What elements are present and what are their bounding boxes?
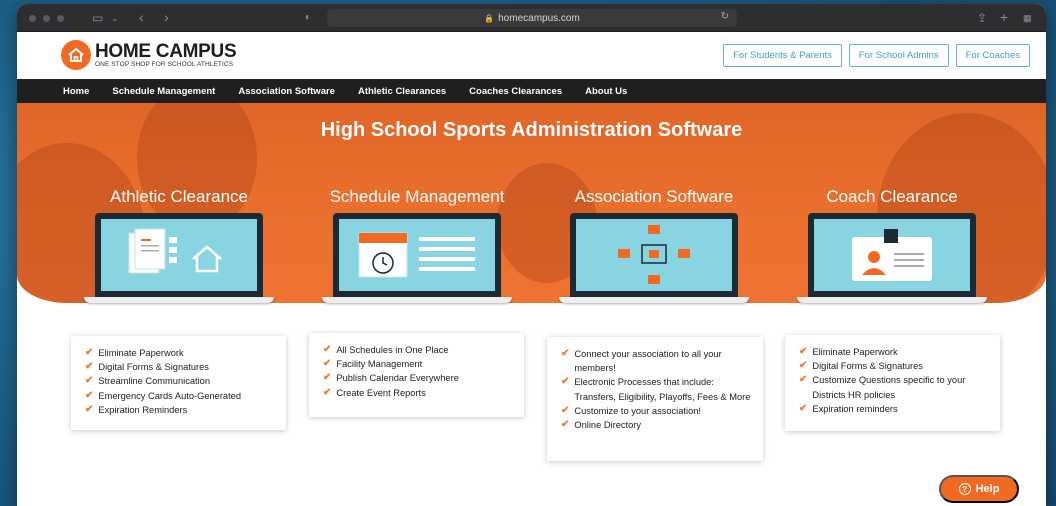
home-logo-icon	[61, 40, 91, 70]
school-admins-button[interactable]: For School Admins	[848, 44, 949, 67]
check-icon: ✔	[323, 344, 332, 355]
address-bar[interactable]: 🔒 homecampus.com ↻	[327, 9, 737, 27]
nav-item-athletic-clearances[interactable]: Athletic Clearances	[358, 86, 446, 97]
list-item: ✔ Create Event Reports	[323, 386, 426, 398]
help-label: Help	[975, 483, 1000, 495]
check-icon: ✔	[85, 347, 94, 358]
coaches-button[interactable]: For Coaches	[955, 44, 1030, 67]
nav-item-coaches-clearances[interactable]: Coaches Clearances	[469, 86, 562, 97]
product-title-association-software: Association Software	[574, 187, 734, 206]
nav-item-about-us[interactable]: About Us	[585, 86, 627, 97]
schedule-management-illustration	[322, 213, 512, 303]
association-software-illustration	[559, 213, 749, 303]
list-item: ✔ Streamline Communication	[85, 375, 210, 387]
product-title-coach-clearance: Coach Clearance	[826, 187, 958, 206]
feature-card-athletic-clearance: ✔ Eliminate Paperwork ✔ Digital Forms & Si…	[71, 336, 286, 430]
list-item: ✔ Eliminate Paperwork	[85, 347, 184, 358]
nav-item-home[interactable]: Home	[63, 86, 89, 97]
students-parents-button[interactable]: For Students & Parents	[723, 44, 842, 67]
feature-card-coach-clearance: ✔ Eliminate Paperwork ✔ Digital Forms & Si…	[785, 335, 1000, 431]
list-item: ✔ Expiration Reminders	[85, 403, 188, 415]
logo-name: HOME CAMPUS	[95, 40, 237, 62]
tab-overview-icon[interactable]: ▦	[1023, 13, 1032, 24]
check-icon: ✔	[85, 389, 94, 401]
check-icon: ✔	[85, 375, 94, 387]
nav-item-association-software[interactable]: Association Software	[238, 86, 335, 97]
feature-card-association-software: ✔ Connect your association to all your me…	[547, 337, 763, 461]
lock-icon: 🔒	[484, 13, 495, 23]
check-icon: ✔	[323, 386, 332, 398]
question-mark-icon: ?	[958, 483, 971, 495]
check-icon: ✔	[85, 403, 94, 415]
main-nav: Home Schedule Management Association Sof…	[17, 79, 1046, 103]
sidebar-icon[interactable]: ▭	[92, 11, 103, 25]
close-window-button[interactable]	[29, 15, 36, 22]
check-icon: ✔	[561, 419, 570, 431]
list-item: ✔ Connect your association to all your me…	[561, 348, 722, 374]
check-icon: ✔	[561, 404, 570, 416]
help-button[interactable]: ? Help	[939, 475, 1019, 503]
product-title-athletic-clearance: Athletic Clearance	[110, 187, 248, 206]
list-item: ✔ Expiration reminders	[799, 402, 898, 414]
list-item: ✔ Emergency Cards Auto-Generated	[85, 389, 242, 401]
check-icon: ✔	[561, 348, 570, 359]
minimize-window-button[interactable]	[43, 15, 50, 22]
audience-buttons: For Students & Parents For School Admins…	[723, 44, 1030, 67]
browser-toolbar: ▭ ⌄ ‹ › ◐ 🔒 homecampus.com ↻ ⇪ + ▦	[17, 4, 1046, 32]
check-icon: ✔	[561, 376, 570, 388]
browser-window: ▭ ⌄ ‹ › ◐ 🔒 homecampus.com ↻ ⇪ + ▦ HOME …	[17, 4, 1046, 506]
back-icon[interactable]: ‹	[139, 9, 144, 25]
list-item: ✔ Digital Forms & Signatures	[799, 360, 923, 372]
share-icon[interactable]: ⇪	[977, 11, 987, 25]
list-item: ✔ All Schedules in One Place	[323, 344, 449, 355]
list-item: ✔ Publish Calendar Everywhere	[323, 372, 459, 384]
list-item: ✔ Eliminate Paperwork	[799, 346, 898, 357]
chevron-down-icon[interactable]: ⌄	[111, 13, 119, 24]
hero-title: High School Sports Administration Softwa…	[320, 119, 743, 141]
new-tab-icon[interactable]: +	[1000, 9, 1008, 25]
logo-tagline: ONE STOP SHOP FOR SCHOOL ATHLETICS	[95, 60, 234, 68]
window-controls	[29, 15, 64, 22]
nav-item-schedule-management[interactable]: Schedule Management	[112, 86, 215, 97]
check-icon: ✔	[799, 346, 808, 357]
check-icon: ✔	[799, 402, 808, 414]
list-item: ✔ Online Directory	[561, 419, 642, 431]
list-item: ✔ Facility Management	[323, 358, 423, 370]
check-icon: ✔	[323, 358, 332, 370]
privacy-shield-icon[interactable]: ◐	[305, 12, 311, 23]
maximize-window-button[interactable]	[57, 15, 64, 22]
reload-icon[interactable]: ↻	[721, 11, 729, 22]
check-icon: ✔	[799, 360, 808, 372]
list-item: ✔ Customize Questions specific to your Di…	[799, 374, 966, 400]
list-item: ✔ Digital Forms & Signatures	[85, 361, 209, 373]
coach-clearance-illustration	[797, 213, 987, 303]
url-text: homecampus.com	[498, 12, 580, 24]
feature-card-schedule-management: ✔ All Schedules in One Place ✔ Facility Ma…	[309, 333, 524, 417]
product-title-schedule-management: Schedule Management	[329, 187, 505, 206]
athletic-clearance-illustration	[84, 213, 274, 303]
check-icon: ✔	[85, 361, 94, 373]
list-item: ✔ Electronic Processes that include: Tran…	[561, 376, 751, 402]
site-header: HOME CAMPUS ONE STOP SHOP FOR SCHOOL ATH…	[17, 32, 1046, 79]
forward-icon[interactable]: ›	[164, 9, 169, 25]
site-logo[interactable]: HOME CAMPUS ONE STOP SHOP FOR SCHOOL ATH…	[61, 40, 237, 70]
check-icon: ✔	[323, 372, 332, 384]
list-item: ✔ Customize to your association!	[561, 404, 701, 416]
check-icon: ✔	[799, 374, 808, 386]
